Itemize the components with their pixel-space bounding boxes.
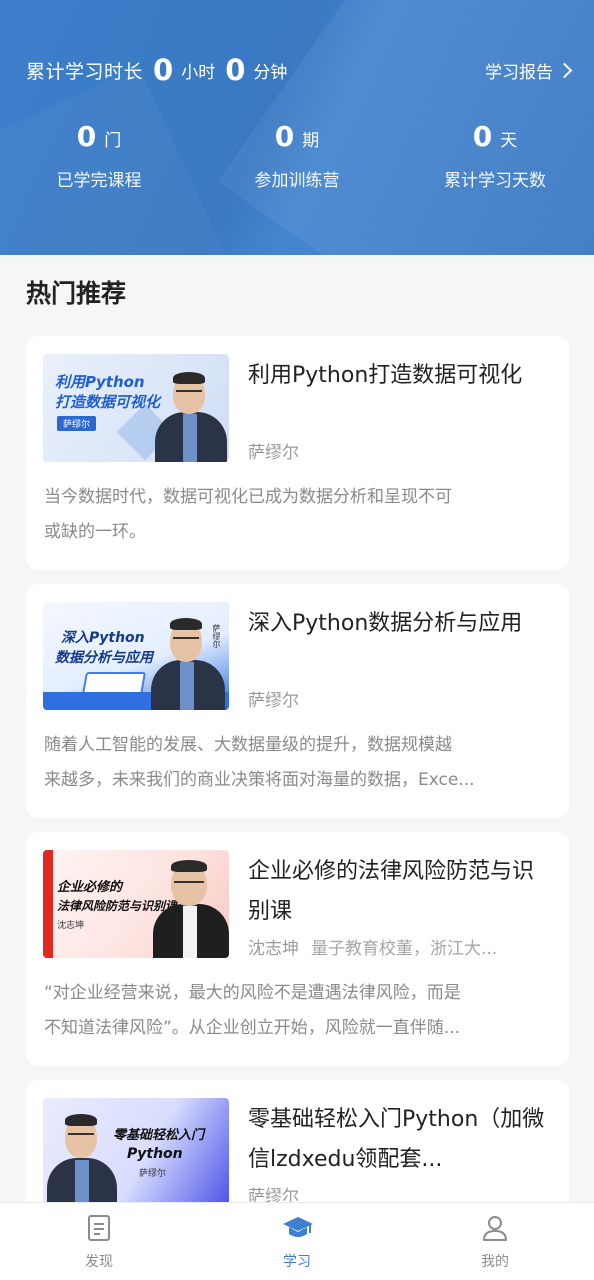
stat-unit: 期 [302, 131, 320, 151]
study-report-link[interactable]: 学习报告 [485, 58, 573, 83]
course-thumbnail: 零基础轻松入门 Python 萨缪尔 [43, 1098, 229, 1206]
total-duration-label: 累计学习时长 [26, 60, 144, 83]
thumb-decoration [43, 850, 53, 958]
nav-item-discover[interactable]: 发现 [0, 1203, 198, 1280]
instructor-photo [151, 854, 229, 958]
course-card[interactable]: 深入Python 数据分析与应用 萨缪尔 深入Python数据分析与应用 萨缪尔… [26, 584, 569, 818]
document-icon [84, 1213, 114, 1243]
instructor-photo [45, 1108, 119, 1206]
stats-row: 0 门 已学完课程 0 期 参加训练营 0 天 累计学习天数 [0, 120, 594, 191]
course-author: 萨缪尔 [248, 438, 548, 463]
stat-label: 参加训练营 [254, 171, 340, 191]
thumb-title-line1: 企业必修的 [57, 880, 123, 895]
course-description: “对企业经营来说，最大的风险不是遭遇法律风险，而是 不知道法律风险”。从企业创立… [44, 976, 554, 1046]
stat-value: 0 [472, 120, 493, 153]
nav-item-mine[interactable]: 我的 [396, 1203, 594, 1280]
person-icon [480, 1213, 510, 1243]
chevron-right-icon [556, 62, 573, 78]
description-line: 来越多，未来我们的商业决策将面对海量的数据，Exce... [44, 770, 475, 790]
course-thumbnail: 深入Python 数据分析与应用 萨缪尔 [43, 602, 229, 710]
stat-label: 累计学习天数 [444, 171, 546, 191]
course-title[interactable]: 深入Python数据分析与应用 [248, 604, 548, 684]
bottom-nav: 发现 学习 我的 [0, 1202, 594, 1280]
hours-unit: 小时 [181, 62, 216, 83]
course-title-text: 零基础轻松入门Python（加微信lzdxedu领配套... [248, 1107, 545, 1172]
minutes-value: 0 [225, 53, 246, 87]
nav-label: 发现 [85, 1254, 113, 1270]
stat-value: 0 [76, 120, 97, 153]
course-title[interactable]: 利用Python打造数据可视化 [248, 356, 548, 436]
course-title[interactable]: 零基础轻松入门Python（加微信lzdxedu领配套... [248, 1100, 548, 1180]
hours-value: 0 [153, 53, 174, 87]
course-thumbnail: 企业必修的 法律风险防范与识别课 沈志坤 [43, 850, 229, 958]
nav-label: 我的 [481, 1254, 509, 1270]
description-line: 或缺的一环。 [44, 522, 146, 542]
thumb-title-line2: 数据分析与应用 [55, 650, 153, 666]
author-name: 萨缪尔 [248, 443, 299, 463]
course-card[interactable]: 利用Python 打造数据可视化 萨缪尔 利用Python打造数据可视化 萨缪尔… [26, 336, 569, 570]
description-line: “对企业经营来说，最大的风险不是遭遇法律风险，而是 [44, 983, 461, 1003]
thumb-title-line1: 零基础轻松入门 [113, 1128, 205, 1143]
stat-unit: 天 [500, 131, 518, 151]
author-credentials: 量子教育校董，浙江大... [311, 939, 498, 959]
stat-label: 已学完课程 [56, 171, 142, 191]
thumb-title-line1: 深入Python [61, 630, 145, 646]
graduation-cap-icon [282, 1213, 313, 1243]
course-author: 沈志坤 量子教育校董，浙江大... [248, 934, 548, 959]
course-thumbnail: 利用Python 打造数据可视化 萨缪尔 [43, 354, 229, 462]
course-card[interactable]: 企业必修的 法律风险防范与识别课 沈志坤 企业必修的法律风险防范与识别课 沈志坤… [26, 832, 569, 1066]
author-name: 沈志坤 [248, 939, 299, 959]
course-title[interactable]: 企业必修的法律风险防范与识别课 [248, 852, 548, 932]
study-report-label: 学习报告 [485, 62, 553, 83]
thumb-author-tag: 萨缪尔 [212, 624, 221, 648]
section-title-hot-recommend: 热门推荐 [26, 279, 127, 308]
thumb-title-line2: Python [127, 1146, 183, 1162]
study-header: 累计学习时长 0 小时 0 分钟 学习报告 0 门 已学完课程 0 期 参加训练… [0, 0, 594, 255]
description-line: 随着人工智能的发展、大数据量级的提升，数据规模越 [44, 735, 452, 755]
nav-item-study[interactable]: 学习 [198, 1203, 396, 1280]
thumb-author-tag: 沈志坤 [57, 921, 85, 931]
stat-unit: 门 [104, 131, 122, 151]
stat-completed-courses[interactable]: 0 门 已学完课程 [0, 120, 198, 191]
stat-study-days[interactable]: 0 天 累计学习天数 [396, 120, 594, 191]
instructor-photo [151, 368, 229, 462]
minutes-unit: 分钟 [253, 62, 288, 83]
description-line: 当今数据时代，数据可视化已成为数据分析和呈现不可 [44, 487, 452, 507]
course-author: 萨缪尔 [248, 686, 548, 711]
author-name: 萨缪尔 [248, 691, 299, 711]
course-description: 当今数据时代，数据可视化已成为数据分析和呈现不可 或缺的一环。 [44, 480, 554, 550]
stat-training-camps[interactable]: 0 期 参加训练营 [198, 120, 396, 191]
course-description: 随着人工智能的发展、大数据量级的提升，数据规模越 来越多，未来我们的商业决策将面… [44, 728, 554, 798]
thumb-author-tag: 萨缪尔 [139, 1169, 167, 1179]
thumb-author-tag: 萨缪尔 [57, 416, 97, 431]
stat-value: 0 [274, 120, 295, 153]
study-duration-row: 累计学习时长 0 小时 0 分钟 学习报告 [26, 50, 573, 90]
nav-label: 学习 [283, 1254, 311, 1270]
description-line: 不知道法律风险”。从企业创立开始，风险就一直伴随... [44, 1018, 461, 1038]
thumb-title-line1: 利用Python [55, 373, 145, 391]
